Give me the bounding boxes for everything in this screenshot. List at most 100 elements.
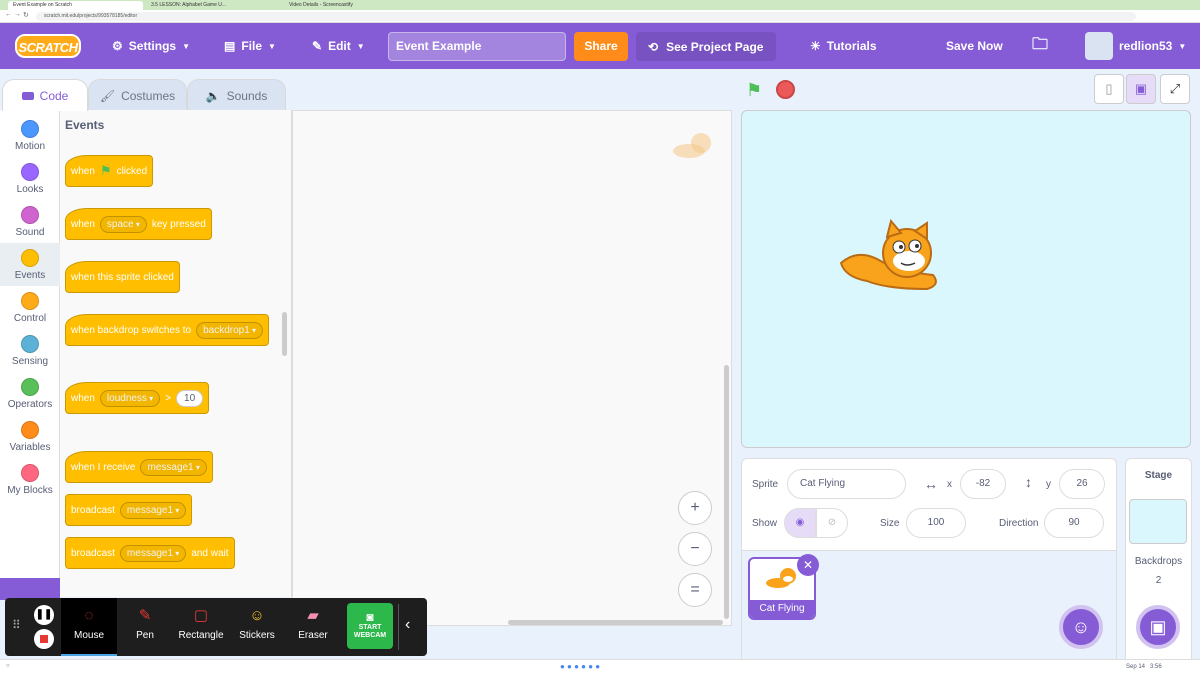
mouse-tool[interactable]: ◌ Mouse xyxy=(61,598,117,656)
launcher-icon[interactable]: ○ xyxy=(6,663,10,669)
small-stage-button[interactable]: ▯ xyxy=(1094,74,1124,104)
stop-recording-button[interactable] xyxy=(34,629,54,649)
chevron-left-icon[interactable]: ‹ xyxy=(405,616,410,634)
eraser-tool[interactable]: ▰ Eraser xyxy=(285,598,341,656)
scratch-logo[interactable]: SCRATCH xyxy=(15,34,81,58)
show-visible-button[interactable]: ◉ xyxy=(784,508,816,538)
size-input[interactable]: 100 xyxy=(906,508,966,538)
block-broadcast[interactable]: broadcast message1 xyxy=(65,494,193,526)
value-input[interactable]: 10 xyxy=(176,389,204,407)
block-when-key-pressed[interactable]: when space key pressed xyxy=(65,208,212,240)
normal-stage-button[interactable]: ▣ xyxy=(1126,74,1156,104)
webcam-icon: ◙ xyxy=(366,610,374,624)
rectangle-tool[interactable]: ▢ Rectangle xyxy=(173,598,229,656)
browser-tab-1[interactable]: 3.5 LESSON: Alphabet Game U... xyxy=(146,1,281,10)
block-when-flag-clicked[interactable]: when ⚑ clicked xyxy=(65,155,154,187)
cat-sprite[interactable] xyxy=(837,219,947,291)
sprite-name-input[interactable]: Cat Flying xyxy=(787,469,906,499)
category-label: My Blocks xyxy=(7,485,53,496)
message-dropdown[interactable]: message1 xyxy=(119,544,187,562)
block-when-i-receive[interactable]: when I receive message1 xyxy=(65,451,213,483)
category-label: Sensing xyxy=(11,356,49,367)
account-menu[interactable]: redlion53 ▼ xyxy=(1085,23,1186,69)
stickers-tool[interactable]: ☺ Stickers xyxy=(229,598,285,656)
trash-icon[interactable]: ✕ xyxy=(797,554,819,576)
category-sensing[interactable]: Sensing xyxy=(0,329,60,372)
project-title-input[interactable]: Event Example xyxy=(388,32,566,61)
green-flag-button[interactable]: ⚑ xyxy=(746,80,762,101)
save-now-button[interactable]: Save Now xyxy=(946,23,1003,69)
zoom-reset-button[interactable]: = xyxy=(678,573,712,607)
message-dropdown[interactable]: message1 xyxy=(140,458,207,476)
browser-tab-0[interactable]: Event Example on Scratch xyxy=(8,1,143,10)
stop-button[interactable] xyxy=(776,80,795,99)
stage-thumbnail[interactable] xyxy=(1129,499,1187,544)
y-input[interactable]: 26 xyxy=(1059,469,1105,499)
file-menu[interactable]: ▤ File ▼ xyxy=(224,23,276,69)
pen-tool[interactable]: ✎ Pen xyxy=(117,598,173,656)
script-vertical-scrollbar[interactable] xyxy=(724,365,729,619)
block-text: when I receive xyxy=(71,461,136,473)
direction-input[interactable]: 90 xyxy=(1044,508,1104,538)
zoom-in-button[interactable]: + xyxy=(678,491,712,525)
sensor-dropdown[interactable]: loudness xyxy=(99,389,161,407)
block-when-sprite-clicked[interactable]: when this sprite clicked xyxy=(65,261,180,293)
image-add-icon: ▣ xyxy=(1149,617,1167,637)
back-icon[interactable]: ← xyxy=(5,11,12,18)
my-stuff-folder-icon[interactable]: 🗀 xyxy=(1032,23,1048,69)
block-broadcast-and-wait[interactable]: broadcast message1 and wait xyxy=(65,537,235,569)
stage[interactable] xyxy=(741,110,1191,448)
message-dropdown[interactable]: message1 xyxy=(119,501,187,519)
tab-code[interactable]: Code xyxy=(2,79,88,111)
script-horizontal-scrollbar[interactable] xyxy=(508,620,723,625)
category-variables[interactable]: Variables xyxy=(0,415,60,458)
see-project-page-button[interactable]: ⟲ See Project Page xyxy=(636,32,776,61)
block-text: broadcast xyxy=(71,504,115,516)
category-motion[interactable]: Motion xyxy=(0,114,60,157)
script-area[interactable] xyxy=(292,110,732,626)
sprite-thumbnail-icon xyxy=(673,133,711,158)
choose-sprite-button[interactable]: ☺ xyxy=(1059,605,1103,649)
pause-icon[interactable]: ❚❚ xyxy=(34,605,54,625)
browser-tab-2[interactable]: Video Details - Screencastify xyxy=(284,1,419,10)
category-my-blocks[interactable]: My Blocks xyxy=(0,458,60,501)
stage-panel-title: Stage xyxy=(1144,470,1173,481)
category-sound[interactable]: Sound xyxy=(0,200,60,243)
tool-label: Rectangle xyxy=(178,630,224,641)
block-palette: Events when ⚑ clicked when space key pre… xyxy=(60,110,292,597)
show-hidden-button[interactable]: ⊘ xyxy=(816,508,848,538)
block-when-backdrop-switches[interactable]: when backdrop switches to backdrop1 xyxy=(65,314,270,346)
browser-tab-strip: Event Example on Scratch 3.5 LESSON: Alp… xyxy=(0,0,1200,10)
url-field[interactable]: scratch.mit.edu/projects/993578185/edito… xyxy=(36,12,1136,21)
drag-handle-icon[interactable]: ⠿ xyxy=(12,618,21,632)
key-dropdown[interactable]: space xyxy=(99,215,147,233)
edit-menu[interactable]: ✎ Edit ▼ xyxy=(312,23,365,69)
block-when-loudness[interactable]: when loudness > 10 xyxy=(65,382,210,414)
category-control[interactable]: Control xyxy=(0,286,60,329)
palette-scrollbar[interactable] xyxy=(282,312,287,356)
share-button[interactable]: Share xyxy=(574,32,628,61)
vertical-arrows-icon: ↕ xyxy=(1025,474,1032,490)
category-looks[interactable]: Looks xyxy=(0,157,60,200)
settings-menu[interactable]: ⚙ Settings ▼ xyxy=(112,23,190,69)
start-webcam-button[interactable]: ◙ START WEBCAM xyxy=(347,603,393,649)
app-icons[interactable]: ● ● ● ● ● ● xyxy=(560,662,600,671)
x-input[interactable]: -82 xyxy=(960,469,1006,499)
add-extension-button[interactable] xyxy=(0,578,60,600)
screen-recorder-toolbar: ⠿ ❚❚ ◌ Mouse ✎ Pen ▢ Rectangle ☺ Stickers ▰ E… xyxy=(5,598,427,656)
editor-tabs: Code 🖌 Costumes 🔈 Sounds xyxy=(0,69,740,111)
block-text: clicked xyxy=(116,165,148,177)
category-events[interactable]: Events xyxy=(0,243,60,286)
backdrop-dropdown[interactable]: backdrop1 xyxy=(196,321,264,339)
zoom-out-button[interactable]: − xyxy=(678,532,712,566)
fullscreen-button[interactable]: ⤢ xyxy=(1160,74,1190,104)
reload-icon[interactable]: ↻ xyxy=(23,11,29,19)
forward-icon[interactable]: → xyxy=(14,11,21,18)
choose-backdrop-button[interactable]: ▣ xyxy=(1136,605,1180,649)
tab-sounds[interactable]: 🔈 Sounds xyxy=(187,79,286,111)
tutorials-button[interactable]: ☀ Tutorials xyxy=(810,23,877,69)
tab-costumes[interactable]: 🖌 Costumes xyxy=(88,79,187,111)
control-dot xyxy=(21,292,39,310)
category-operators[interactable]: Operators xyxy=(0,372,60,415)
show-label: Show xyxy=(752,518,778,529)
